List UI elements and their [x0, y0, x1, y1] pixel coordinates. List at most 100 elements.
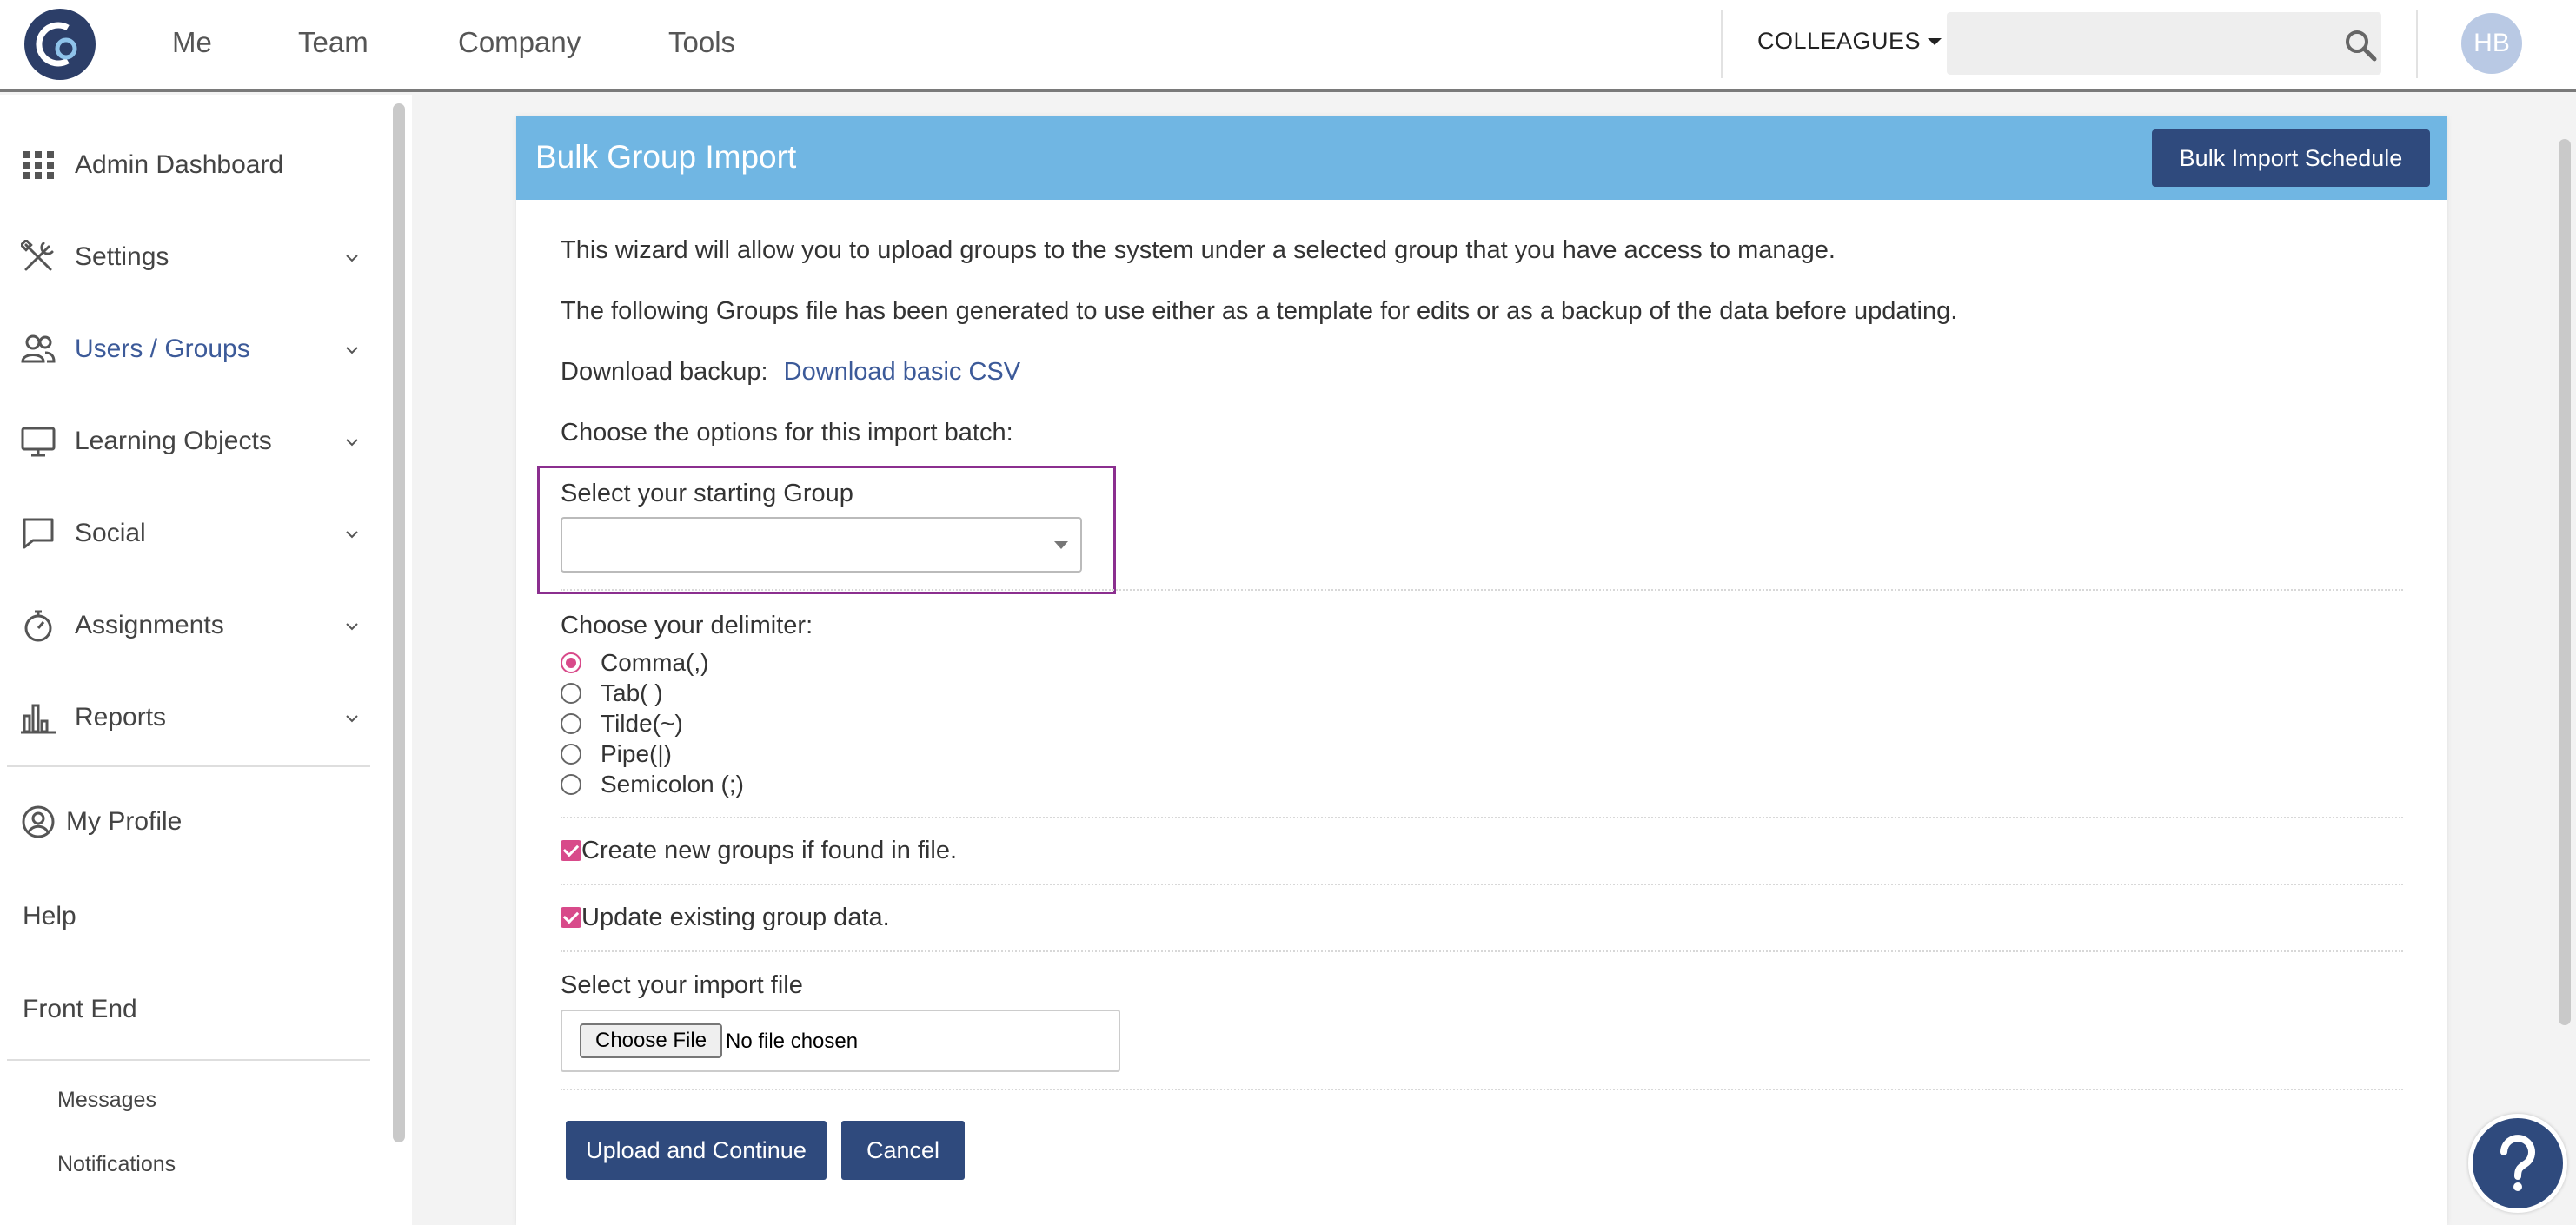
delimiter-semicolon-radio[interactable]: Semicolon (;) [561, 770, 744, 799]
sidebar-item-label: Social [75, 519, 146, 547]
starting-group-select[interactable] [561, 517, 1082, 573]
update-groups-checkbox-row[interactable]: Update existing group data. [561, 903, 890, 932]
delimiter-tab-radio[interactable]: Tab( ) [561, 679, 663, 708]
sidebar-item-social[interactable]: Social [21, 507, 360, 560]
options-label: Choose the options for this import batch… [561, 419, 1013, 447]
sidebar-item-reports[interactable]: Reports [21, 692, 360, 744]
radio-label: Tilde(~) [601, 710, 683, 737]
sidebar-divider [7, 1059, 370, 1061]
create-groups-checkbox-row[interactable]: Create new groups if found in file. [561, 836, 957, 865]
sidebar-item-admin-dashboard[interactable]: Admin Dashboard [21, 139, 360, 191]
top-navbar: Me Team Company Tools COLLEAGUES HB [0, 0, 2576, 92]
starting-group-label: Select your starting Group [561, 480, 853, 507]
sidebar-scrollbar[interactable] [393, 103, 405, 1142]
sidebar: Admin Dashboard Settings Users / Groups … [0, 95, 412, 1225]
user-circle-icon [22, 805, 55, 838]
section-divider [561, 589, 2403, 591]
radio-button[interactable] [561, 713, 581, 734]
chevron-down-icon [346, 347, 358, 354]
chevron-down-icon [346, 255, 358, 262]
radio-label: Comma(,) [601, 649, 709, 676]
checkbox-label: Update existing group data. [581, 903, 890, 931]
users-icon [21, 334, 56, 363]
question-mark-icon [2500, 1135, 2535, 1191]
company-logo[interactable] [24, 9, 96, 80]
search-icon[interactable] [2343, 28, 2378, 63]
delimiter-pipe-radio[interactable]: Pipe(|) [561, 739, 672, 769]
page-title: Bulk Group Import [535, 139, 797, 175]
sidebar-item-label: Admin Dashboard [75, 150, 284, 179]
nav-divider [1721, 10, 1723, 78]
radio-label: Pipe(|) [601, 740, 672, 767]
radio-button[interactable] [561, 683, 581, 704]
sidebar-item-assignments[interactable]: Assignments [21, 599, 360, 652]
radio-button[interactable] [561, 774, 581, 795]
chevron-down-icon [1928, 37, 1942, 45]
sidebar-item-label: Users / Groups [75, 334, 250, 363]
sidebar-item-label: Reports [75, 703, 167, 732]
delimiter-comma-radio[interactable]: Comma(,) [561, 648, 708, 678]
colleagues-label: COLLEAGUES [1757, 28, 1922, 54]
chevron-down-icon [346, 531, 358, 539]
section-divider [561, 950, 2403, 952]
section-divider [561, 817, 2403, 818]
download-backup-row: Download backup: Download basic CSV [561, 358, 1020, 387]
update-groups-checkbox[interactable] [561, 907, 581, 928]
create-groups-checkbox[interactable] [561, 840, 581, 861]
monitor-icon [21, 427, 56, 457]
sidebar-item-label: Settings [75, 242, 169, 271]
bulk-import-panel: Bulk Group Import Bulk Import Schedule T… [516, 116, 2447, 1225]
search-input[interactable] [1947, 12, 2381, 75]
tools-icon [21, 240, 54, 271]
sidebar-item-label: Assignments [75, 611, 224, 639]
avatar[interactable]: HB [2461, 13, 2522, 74]
import-file-input[interactable]: Choose File No file chosen [561, 1010, 1120, 1072]
chevron-down-icon [346, 439, 358, 447]
upload-continue-button[interactable]: Upload and Continue [566, 1121, 827, 1180]
section-divider [561, 1089, 2403, 1090]
sidebar-item-users-groups[interactable]: Users / Groups [21, 323, 360, 375]
sidebar-item-notifications[interactable]: Notifications [57, 1152, 176, 1177]
chevron-down-icon [1054, 541, 1068, 549]
sidebar-item-front-end[interactable]: Front End [23, 995, 137, 1024]
panel-header: Bulk Group Import Bulk Import Schedule [516, 116, 2447, 200]
grid-icon [23, 151, 54, 179]
main-scrollbar[interactable] [2559, 139, 2571, 1025]
sidebar-item-label: Learning Objects [75, 427, 272, 455]
import-file-label: Select your import file [561, 971, 803, 999]
cancel-button[interactable]: Cancel [841, 1121, 965, 1180]
stopwatch-icon [24, 610, 52, 642]
help-button[interactable] [2468, 1114, 2567, 1213]
download-csv-link[interactable]: Download basic CSV [784, 358, 1020, 386]
chat-icon [23, 518, 54, 549]
checkbox-label: Create new groups if found in file. [581, 836, 958, 864]
download-backup-label: Download backup: [561, 358, 768, 386]
delimiter-label: Choose your delimiter: [561, 612, 813, 639]
radio-button[interactable] [561, 744, 581, 765]
logo-mark-icon [31, 16, 89, 73]
colleagues-dropdown[interactable]: COLLEAGUES [1757, 28, 1942, 55]
nav-company[interactable]: Company [458, 26, 581, 59]
chevron-down-icon [346, 623, 358, 631]
radio-button[interactable] [561, 652, 581, 673]
sidebar-item-help[interactable]: Help [23, 902, 76, 931]
intro-text: This wizard will allow you to upload gro… [561, 236, 1836, 264]
bulk-import-schedule-button[interactable]: Bulk Import Schedule [2152, 129, 2430, 187]
sidebar-item-settings[interactable]: Settings [21, 231, 360, 283]
radio-label: Tab( ) [601, 679, 663, 706]
file-status-text: No file chosen [726, 1030, 859, 1053]
nav-tools[interactable]: Tools [668, 26, 735, 59]
chevron-down-icon [346, 715, 358, 723]
section-divider [561, 884, 2403, 885]
sidebar-item-my-profile[interactable]: My Profile [21, 796, 360, 848]
sidebar-item-messages[interactable]: Messages [57, 1088, 156, 1113]
nav-team[interactable]: Team [298, 26, 368, 59]
sidebar-divider [7, 765, 370, 767]
delimiter-tilde-radio[interactable]: Tilde(~) [561, 709, 683, 738]
sidebar-item-learning-objects[interactable]: Learning Objects [21, 415, 360, 467]
nav-me[interactable]: Me [172, 26, 212, 59]
sidebar-item-label: My Profile [66, 807, 183, 836]
radio-label: Semicolon (;) [601, 771, 744, 798]
bar-chart-icon [21, 704, 56, 734]
choose-file-button[interactable]: Choose File [580, 1023, 723, 1058]
